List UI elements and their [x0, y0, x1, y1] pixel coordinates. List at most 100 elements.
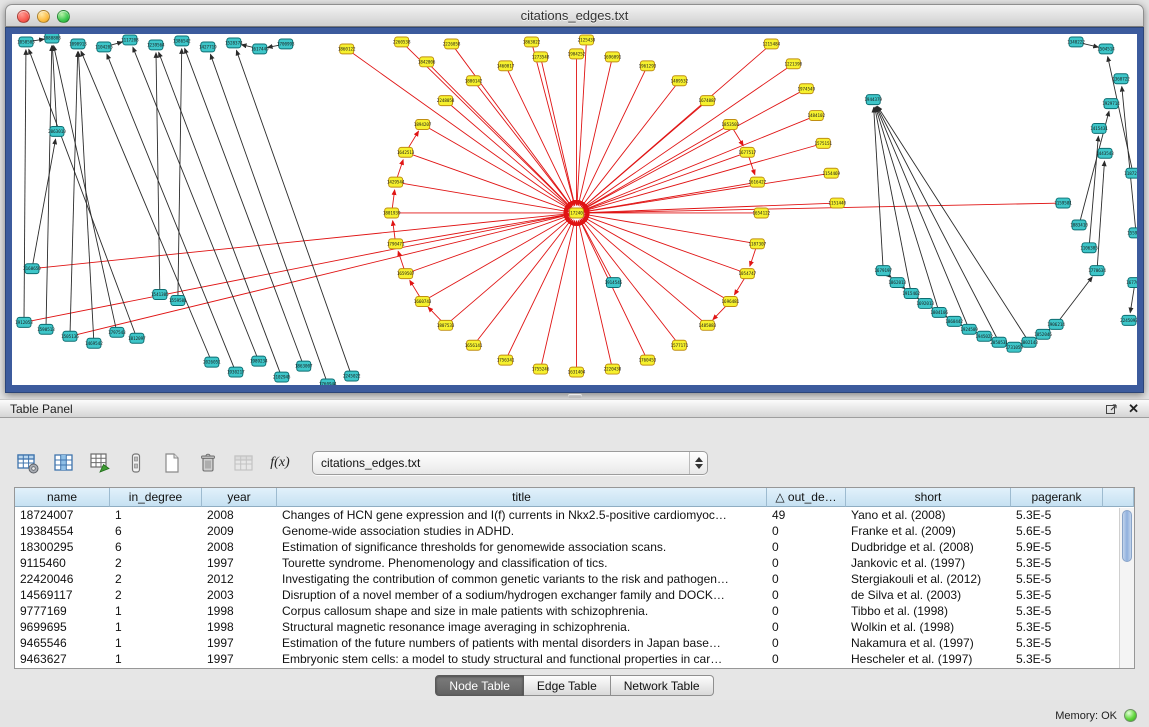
column-header[interactable]: title	[277, 488, 767, 507]
graph-node-label: 1863022	[523, 40, 541, 45]
graph-edge	[159, 52, 282, 377]
graph-node-label: 1642513	[397, 150, 415, 155]
column-header[interactable]: name	[15, 488, 110, 507]
table-cell: 1997	[202, 635, 277, 651]
graph-node-label: 1485083	[699, 323, 717, 328]
graph-edge	[584, 116, 816, 210]
graph-edge	[423, 217, 570, 302]
table-select-value: citations_edges.txt	[313, 456, 689, 470]
table-cell: 2012	[202, 571, 277, 587]
table-cell: 5.3E-5	[1011, 651, 1103, 667]
graph-node-label: 1800142	[465, 78, 483, 83]
tab-edge-table[interactable]: Edge Table	[524, 675, 611, 696]
table-cell: 22420046	[15, 571, 110, 587]
table-cell: 0	[767, 555, 846, 571]
table-row[interactable]: 1830029562008Estimation of significance …	[15, 539, 1134, 555]
table-select[interactable]: citations_edges.txt	[312, 451, 708, 475]
graph-node-label: 1504514	[1097, 47, 1115, 52]
memory-status-label: Memory: OK	[1055, 710, 1117, 722]
graph-node-label: 2063010	[48, 129, 66, 134]
graph-edge	[584, 203, 837, 213]
table-cell: 2	[110, 587, 202, 603]
graph-edge	[24, 50, 26, 322]
tab-network-table[interactable]: Network Table	[611, 675, 714, 696]
table-row[interactable]: 1872400712008Changes of HCN gene express…	[15, 507, 1134, 523]
table-row[interactable]: 977716911998Corpus callosum shape and si…	[15, 603, 1134, 619]
network-window-titlebar[interactable]: citations_edges.txt	[5, 4, 1144, 27]
function-builder-button[interactable]: f(x)	[266, 449, 294, 477]
show-columns-button[interactable]	[50, 449, 78, 477]
desktop: citations_edges.txt 17240165412211873071…	[0, 0, 1149, 727]
table-row[interactable]: 1456911722003Disruption of a novel membe…	[15, 587, 1134, 603]
graph-edge	[347, 49, 570, 208]
column-list-button[interactable]	[122, 449, 150, 477]
graph-edge	[584, 203, 1063, 213]
table-toolbar: f(x) citations_edges.txt	[14, 448, 708, 478]
graph-edge	[236, 50, 351, 376]
graph-node-label: 1054747	[739, 271, 757, 276]
table-mode-button[interactable]	[14, 449, 42, 477]
graph-edge	[78, 52, 94, 343]
table-row[interactable]: 946554611997Estimation of the future num…	[15, 635, 1134, 651]
column-header[interactable]: in_degree	[110, 488, 202, 507]
create-column-button[interactable]	[158, 449, 186, 477]
graph-node-label: 1106305	[1080, 245, 1098, 250]
graph-node-label: 1804106	[930, 310, 948, 315]
graph-node-label: 1090913	[69, 42, 87, 47]
combo-stepper-icon	[689, 452, 707, 474]
graph-node-label: 1104205	[95, 45, 113, 50]
graph-node-label: 1656141	[465, 343, 483, 348]
export-table-button[interactable]	[86, 449, 114, 477]
table-cell: 9777169	[15, 603, 110, 619]
column-header[interactable]: short	[846, 488, 1011, 507]
table-cell: 2008	[202, 539, 277, 555]
minimize-window-button[interactable]	[37, 10, 50, 23]
table-row[interactable]: 2242004622012Investigating the contribut…	[15, 571, 1134, 587]
graph-edge	[156, 53, 160, 295]
graph-node-label: 1427719	[199, 45, 217, 50]
table-cell: 49	[767, 507, 846, 523]
graph-node-label: 2102945	[273, 375, 291, 380]
close-window-button[interactable]	[17, 10, 30, 23]
table-cell: 0	[767, 651, 846, 667]
column-header[interactable]: △ out_de…	[767, 488, 846, 507]
graph-edge	[474, 219, 572, 345]
table-cell: Stergiakouli et al. (2012)	[846, 571, 1011, 587]
rename-column-button[interactable]	[230, 449, 258, 477]
close-panel-icon[interactable]: ✕	[1128, 402, 1139, 415]
table-vertical-scrollbar[interactable]	[1119, 508, 1134, 668]
table-cell: Disruption of a novel member of a sodium…	[277, 587, 767, 603]
graph-edge	[32, 214, 569, 269]
graph-edge	[1097, 161, 1104, 270]
graph-node-label: 1924509	[960, 327, 978, 332]
zoom-window-button[interactable]	[57, 10, 70, 23]
column-header[interactable]: year	[202, 488, 277, 507]
graph-node-label: 1187235	[1124, 171, 1137, 176]
splitter-handle[interactable]	[568, 394, 582, 398]
table-row[interactable]: 911546021997Tourette syndrome. Phenomeno…	[15, 555, 1134, 571]
graph-node-label: 1484102	[807, 113, 825, 118]
graph-edge	[541, 221, 575, 369]
column-header[interactable]: pagerank	[1011, 488, 1103, 507]
float-panel-icon[interactable]	[1105, 402, 1118, 415]
graph-node-label: 2245022	[343, 374, 361, 379]
table-row[interactable]: 1938455462009Genome-wide association stu…	[15, 523, 1134, 539]
table-cell: Tibbo et al. (1998)	[846, 603, 1011, 619]
graph-node-label: 1944379	[864, 97, 882, 102]
scrollbar-thumb[interactable]	[1122, 510, 1132, 562]
table-row[interactable]: 946362711997Embryonic stem cells: a mode…	[15, 651, 1134, 667]
graph-node-label: 1906214	[1047, 322, 1065, 327]
graph-edge	[876, 107, 940, 312]
table-cell: 1998	[202, 603, 277, 619]
graph-node-label: 1050505	[17, 40, 35, 45]
delete-column-button[interactable]	[194, 449, 222, 477]
tab-node-table[interactable]: Node Table	[435, 675, 524, 696]
table-cell: 5.3E-5	[1011, 619, 1103, 635]
network-graph[interactable]: 1724016541221187307105474716964811485083…	[12, 34, 1137, 385]
network-canvas[interactable]: 1724016541221187307105474716964811485083…	[12, 34, 1137, 385]
graph-node-label: 1360722	[1112, 76, 1130, 81]
graph-node-label: 1696091	[604, 54, 622, 59]
table-row[interactable]: 969969511998Structural magnetic resonanc…	[15, 619, 1134, 635]
table-cell: 5.5E-5	[1011, 571, 1103, 587]
table-cell: Yano et al. (2008)	[846, 507, 1011, 523]
